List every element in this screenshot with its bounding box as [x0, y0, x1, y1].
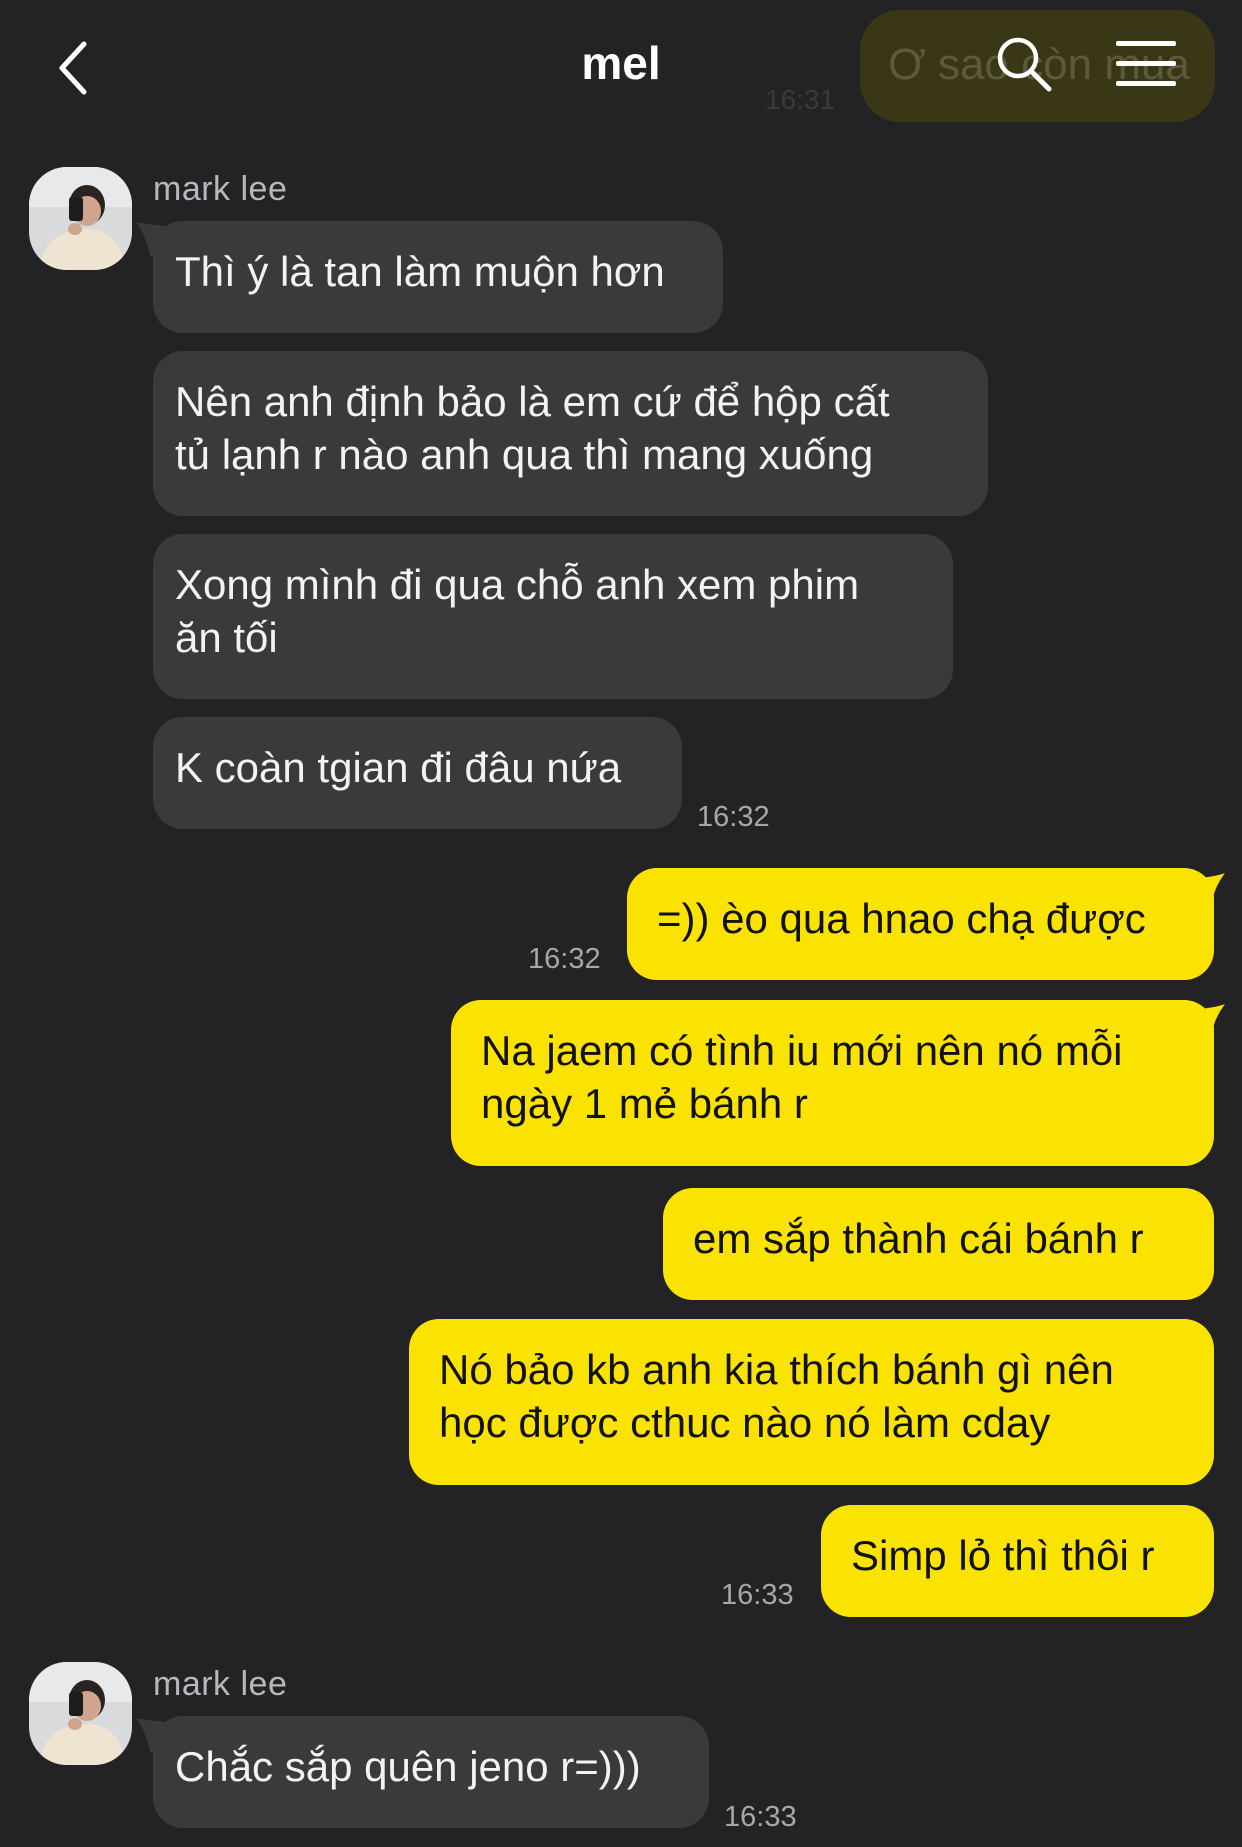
incoming-message[interactable]: Chắc sắp quên jeno r=))) [153, 1716, 709, 1828]
avatar[interactable] [29, 167, 132, 270]
chat-title: mel [581, 37, 661, 89]
search-icon[interactable] [994, 34, 1054, 94]
message-timestamp: 16:32 [528, 943, 601, 975]
incoming-message[interactable]: Thì ý là tan làm muộn hơn [153, 221, 723, 333]
chat-view: Ơ sao còn mua 16:31 mel mark lee Thì ý l… [0, 0, 1242, 1847]
sender-name: mark lee [153, 1665, 288, 1703]
message-text-line: Nên anh định bảo là em cứ để hộp cất [175, 378, 890, 425]
avatar[interactable] [29, 1662, 132, 1765]
message-text: =)) èo qua hnao chạ được [657, 895, 1146, 942]
message-text: Simp lỏ thì thôi r [851, 1532, 1155, 1579]
message-text-line: tủ lạnh r nào anh qua thì mang xuống [175, 431, 874, 478]
message-text-line: Na jaem có tình iu mới nên nó mỗi [481, 1027, 1123, 1074]
message-timestamp: 16:33 [721, 1579, 794, 1611]
message-text: K coàn tgian đi đâu nứa [175, 744, 622, 791]
chat-header: mel [0, 0, 1242, 130]
menu-icon[interactable] [1115, 38, 1177, 90]
incoming-message[interactable]: Nên anh định bảo là em cứ để hộp cất tủ … [153, 351, 988, 516]
message-text: em sắp thành cái bánh r [693, 1215, 1144, 1262]
message-text: Thì ý là tan làm muộn hơn [175, 248, 665, 295]
incoming-message[interactable]: K coàn tgian đi đâu nứa [153, 717, 682, 829]
message-text-line: Xong mình đi qua chỗ anh xem phim [175, 561, 860, 608]
sender-name: mark lee [153, 170, 288, 208]
message-timestamp: 16:33 [724, 1801, 797, 1833]
message-text-line: ngày 1 mẻ bánh r [481, 1080, 808, 1127]
message-text-line: học được cthuc nào nó làm cday [439, 1399, 1051, 1446]
outgoing-message[interactable]: Simp lỏ thì thôi r [821, 1505, 1214, 1617]
outgoing-message[interactable]: Na jaem có tình iu mới nên nó mỗi ngày 1… [451, 1000, 1214, 1166]
outgoing-message[interactable]: em sắp thành cái bánh r [663, 1188, 1214, 1300]
outgoing-message[interactable]: =)) èo qua hnao chạ được [627, 868, 1214, 980]
message-text-line: ăn tối [175, 614, 278, 661]
incoming-message[interactable]: Xong mình đi qua chỗ anh xem phim ăn tối [153, 534, 953, 699]
outgoing-message[interactable]: Nó bảo kb anh kia thích bánh gì nên học … [409, 1319, 1214, 1485]
message-text: Chắc sắp quên jeno r=))) [175, 1743, 641, 1790]
message-text-line: Nó bảo kb anh kia thích bánh gì nên [439, 1346, 1114, 1393]
message-timestamp: 16:32 [697, 801, 770, 833]
